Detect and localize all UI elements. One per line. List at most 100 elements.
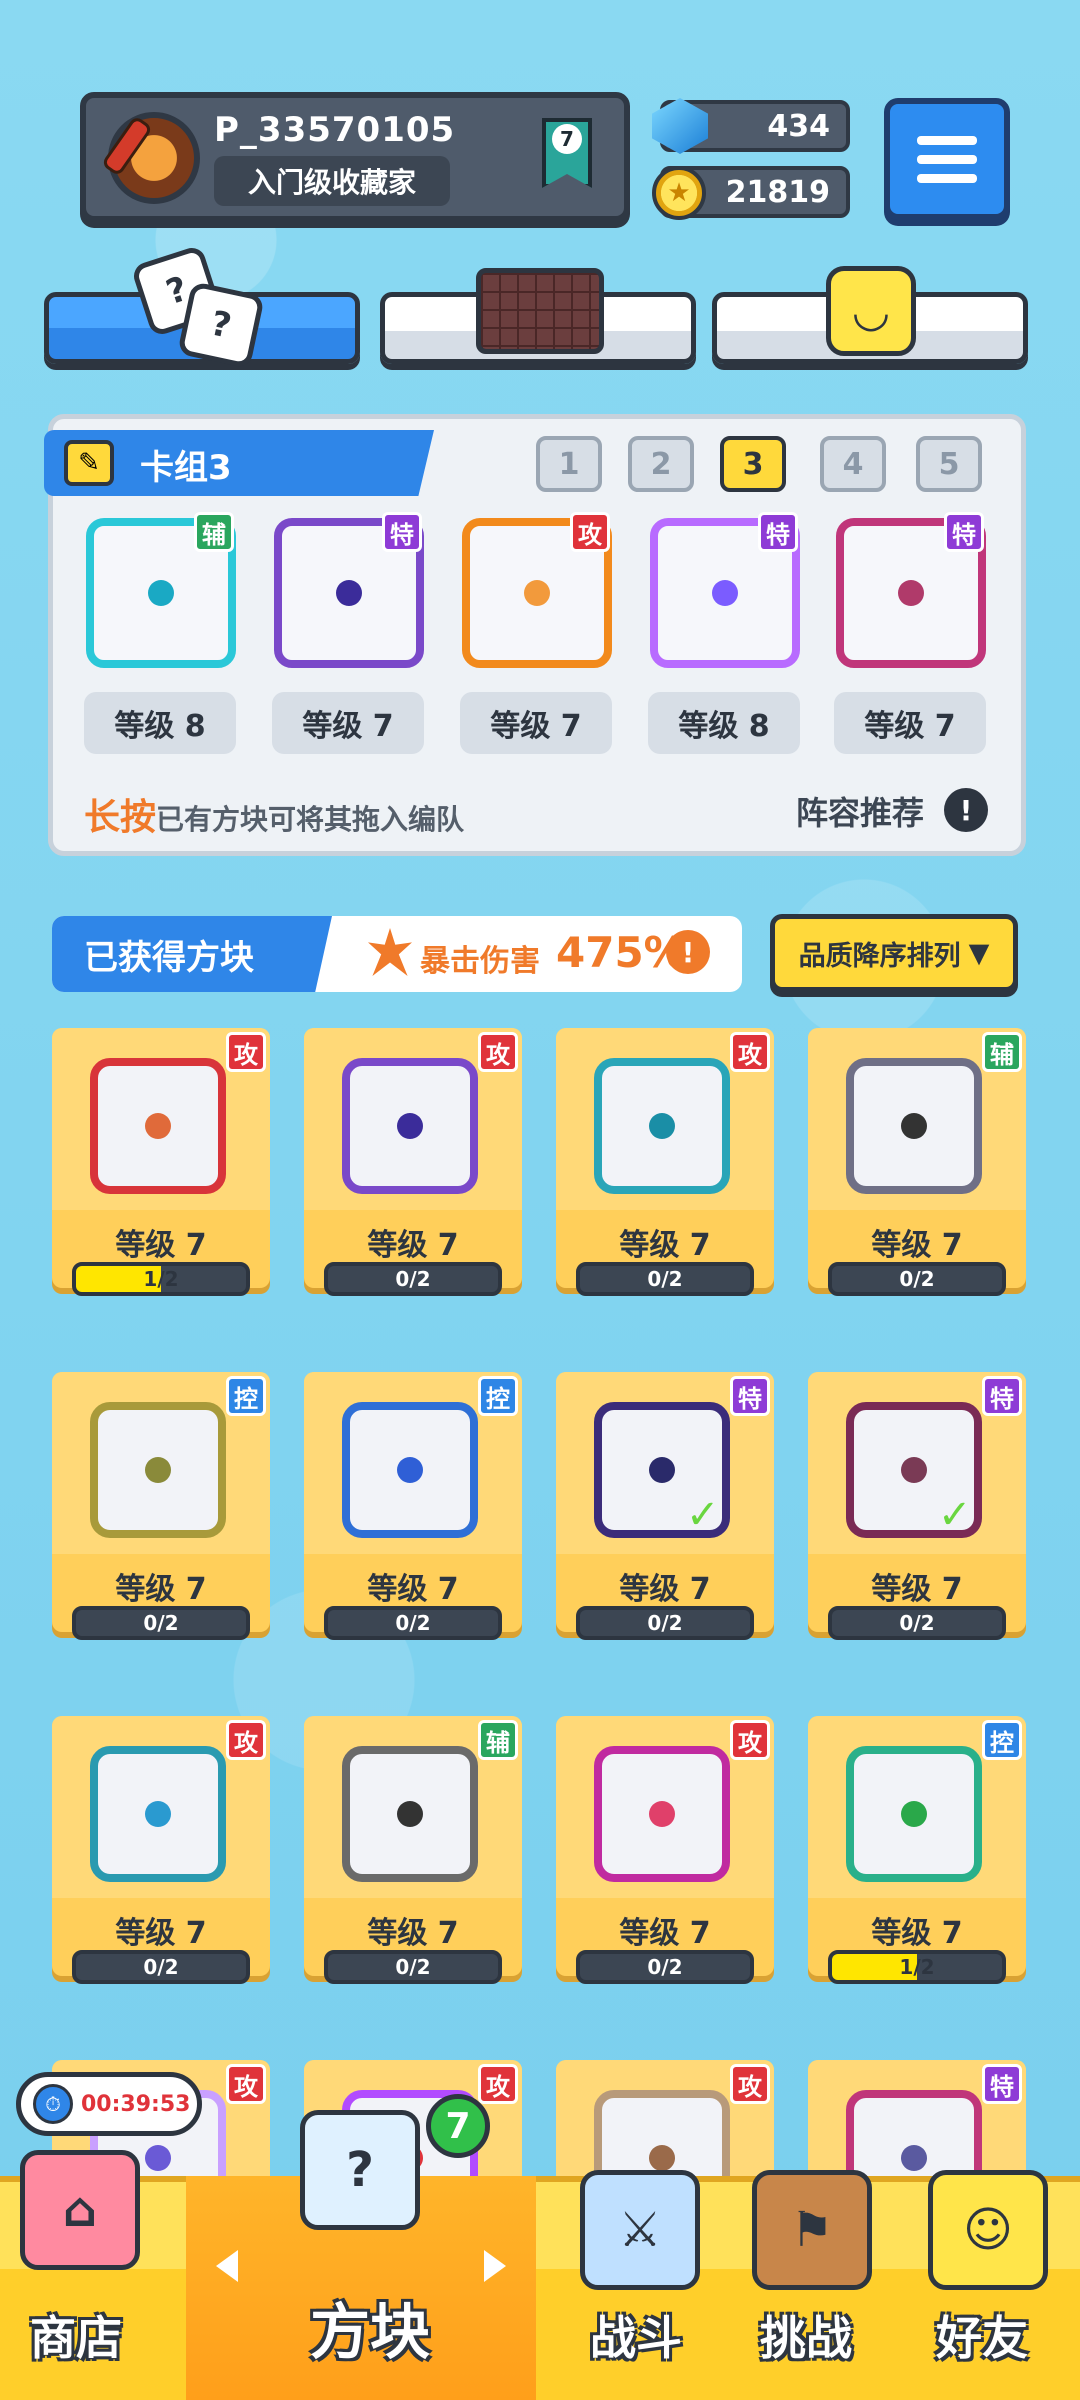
type-tag: 控 xyxy=(226,1376,266,1416)
info-icon[interactable]: ! xyxy=(944,788,988,832)
block-core-icon xyxy=(145,1801,171,1827)
block-core-icon xyxy=(397,1113,423,1139)
card-level: 等级 7 xyxy=(115,1916,207,1951)
hint-emphasis: 长按 xyxy=(84,797,157,838)
block-icon xyxy=(90,1746,226,1882)
smile-block-icon: ◡ xyxy=(826,266,916,356)
upgrade-progress-bar: 0/2 xyxy=(324,1262,502,1296)
shop-stall-icon[interactable]: ⌂ xyxy=(20,2150,140,2270)
upgrade-progress-bar: 0/2 xyxy=(324,1606,502,1640)
deck-card-level: 等级 7 xyxy=(460,692,612,754)
progress-text: 1/2 xyxy=(899,1955,935,1979)
menu-button[interactable] xyxy=(884,98,1010,220)
deck-card-level: 等级 7 xyxy=(272,692,424,754)
progress-text: 0/2 xyxy=(395,1955,431,1979)
nav-friends[interactable]: 好友 xyxy=(936,2302,1028,2368)
nav-challenge[interactable]: 挑战 xyxy=(760,2302,852,2368)
player-id: P_33570105 xyxy=(214,110,456,150)
deck-card-level: 等级 7 xyxy=(834,692,986,754)
owned-block-card[interactable]: 控等级 7 1/2 xyxy=(808,1716,1026,1984)
upgrade-progress-bar: 1/2 xyxy=(72,1262,250,1296)
type-tag: 攻 xyxy=(226,2064,266,2104)
block-icon xyxy=(90,1058,226,1194)
type-tag: 攻 xyxy=(730,1032,770,1072)
upgrade-progress-bar: 0/2 xyxy=(324,1950,502,1984)
friends-block-icon[interactable]: ☺ xyxy=(928,2170,1048,2290)
progress-text: 0/2 xyxy=(143,1955,179,1979)
owned-block-card[interactable]: 特 ✓ 等级 7 0/2 xyxy=(556,1372,774,1640)
block-core-icon xyxy=(336,580,362,606)
deck-tab-3[interactable]: 3 xyxy=(720,436,786,492)
block-icon xyxy=(594,1058,730,1194)
block-icon xyxy=(342,1058,478,1194)
menu-bar xyxy=(917,154,977,164)
block-core-icon xyxy=(898,580,924,606)
card-level: 等级 7 xyxy=(115,1228,207,1263)
deck-tab-1[interactable]: 1 xyxy=(536,436,602,492)
deck-tab-4[interactable]: 4 xyxy=(820,436,886,492)
type-tag: 辅 xyxy=(478,1720,518,1760)
type-tag: 控 xyxy=(982,1720,1022,1760)
owned-block-card[interactable]: 辅等级 7 0/2 xyxy=(808,1028,1026,1296)
block-core-icon xyxy=(649,2145,675,2171)
block-core-icon xyxy=(901,1457,927,1483)
card-level: 等级 7 xyxy=(115,1572,207,1607)
card-level: 等级 7 xyxy=(367,1572,459,1607)
type-tag: 攻 xyxy=(226,1032,266,1072)
block-core-icon xyxy=(524,580,550,606)
deck-tab-5[interactable]: 5 xyxy=(916,436,982,492)
nav-battle[interactable]: 战斗 xyxy=(590,2302,682,2368)
upgrade-progress-bar: 0/2 xyxy=(576,1950,754,1984)
equipped-check-icon: ✓ xyxy=(938,1492,972,1538)
owned-block-card[interactable]: 控等级 7 0/2 xyxy=(304,1372,522,1640)
lineup-recommend-button[interactable]: 阵容推荐 xyxy=(796,788,924,834)
hint-body: 已有方块可将其拖入编队 xyxy=(156,803,465,836)
type-tag: 攻 xyxy=(226,1720,266,1760)
block-core-icon xyxy=(145,1457,171,1483)
block-core-icon xyxy=(145,1113,171,1139)
sort-dropdown[interactable]: 品质降序排列 ▼ xyxy=(770,914,1018,992)
nav-blocks[interactable]: 方块 xyxy=(310,2284,430,2371)
owned-block-card[interactable]: 攻等级 7 0/2 xyxy=(556,1028,774,1296)
arrow-left-icon[interactable] xyxy=(216,2250,238,2282)
owned-block-card[interactable]: 辅等级 7 0/2 xyxy=(304,1716,522,1984)
block-core-icon xyxy=(901,2145,927,2171)
progress-text: 0/2 xyxy=(899,1611,935,1635)
block-icon xyxy=(846,1746,982,1882)
crit-info-icon[interactable]: ! xyxy=(666,930,710,974)
owned-title: 已获得方块 xyxy=(84,938,254,978)
owned-block-card[interactable]: 攻等级 7 1/2 xyxy=(52,1028,270,1296)
type-tag: 特 xyxy=(944,512,984,552)
owned-block-card[interactable]: 控等级 7 0/2 xyxy=(52,1372,270,1640)
chevron-down-icon: ▼ xyxy=(968,937,990,969)
type-tag: 特 xyxy=(730,1376,770,1416)
mystery-box-icon[interactable]: ? xyxy=(300,2110,420,2230)
block-core-icon xyxy=(649,1457,675,1483)
upgrade-progress-bar: 1/2 xyxy=(828,1950,1006,1984)
type-tag: 特 xyxy=(982,1376,1022,1416)
deck-title: 卡组3 xyxy=(140,448,232,488)
battle-castle-icon[interactable]: ⚔ xyxy=(580,2170,700,2290)
challenge-sign-icon[interactable]: ⚑ xyxy=(752,2170,872,2290)
progress-text: 0/2 xyxy=(899,1267,935,1291)
card-level: 等级 7 xyxy=(871,1916,963,1951)
progress-text: 0/2 xyxy=(647,1611,683,1635)
owned-block-card[interactable]: 攻等级 7 0/2 xyxy=(556,1716,774,1984)
type-tag: 控 xyxy=(478,1376,518,1416)
progress-text: 0/2 xyxy=(647,1955,683,1979)
profile-panel[interactable]: P_33570105 入门级收藏家 7 xyxy=(80,92,630,222)
progress-text: 0/2 xyxy=(395,1267,431,1291)
edit-pencil-icon[interactable]: ✎ xyxy=(64,440,114,486)
nav-shop[interactable]: 商店 xyxy=(30,2302,122,2368)
deck-tab-2[interactable]: 2 xyxy=(628,436,694,492)
owned-block-card[interactable]: 攻等级 7 0/2 xyxy=(52,1716,270,1984)
deck-card-level: 等级 8 xyxy=(648,692,800,754)
block-core-icon xyxy=(712,580,738,606)
card-level: 等级 7 xyxy=(871,1228,963,1263)
box-count-badge: 7 xyxy=(426,2094,490,2158)
owned-block-card[interactable]: 特 ✓ 等级 7 0/2 xyxy=(808,1372,1026,1640)
block-icon xyxy=(90,1402,226,1538)
owned-block-card[interactable]: 攻等级 7 0/2 xyxy=(304,1028,522,1296)
menu-bar xyxy=(917,135,977,145)
arrow-right-icon[interactable] xyxy=(484,2250,506,2282)
